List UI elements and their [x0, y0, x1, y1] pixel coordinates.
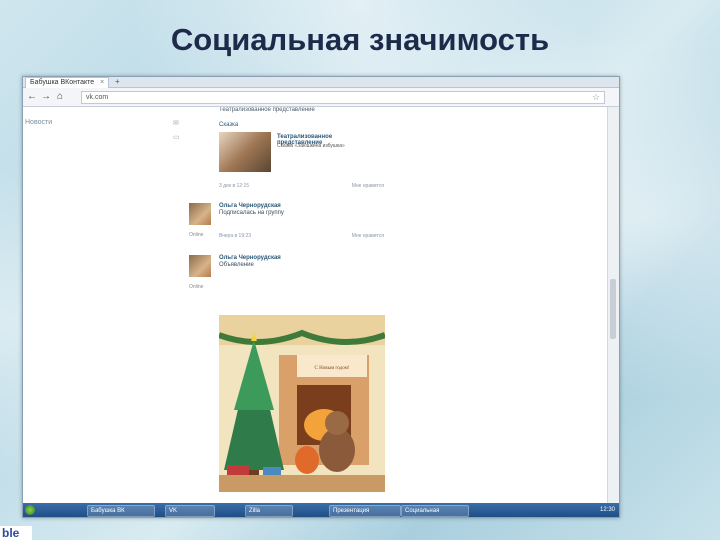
- home-icon[interactable]: ⌂: [57, 91, 63, 103]
- tab-label: Бабушка ВКонтакте: [30, 79, 95, 86]
- like-button[interactable]: Мне нравится: [352, 183, 384, 189]
- christmas-card-image: С Новым годом!: [219, 315, 385, 492]
- scroll-thumb[interactable]: [610, 279, 616, 339]
- meta-date[interactable]: Вчера в 19:23: [219, 233, 251, 239]
- card-image[interactable]: [219, 132, 271, 172]
- post-body: Ольга Чернорудская Подписалась на группу: [219, 203, 384, 217]
- url-input[interactable]: vk.com ☆: [81, 91, 605, 104]
- url-text: vk.com: [86, 94, 109, 101]
- scrollbar[interactable]: [607, 107, 619, 503]
- card-desc: Сказка «Заюшкина избушка»: [277, 143, 345, 149]
- card-label[interactable]: Сказка: [219, 122, 238, 128]
- tab-bar: Бабушка ВКонтакте × +: [23, 77, 619, 88]
- address-bar: ← → ⌂ vk.com ☆: [23, 88, 619, 107]
- top-line: Театрализованное представление: [219, 107, 315, 113]
- avatar[interactable]: [189, 203, 211, 225]
- post-meta: Вчера в 19:23 Мне нравится: [219, 233, 384, 239]
- avatar[interactable]: [189, 255, 211, 277]
- post-meta: 3 дек в 12:15 Мне нравится: [219, 183, 384, 189]
- new-tab-icon[interactable]: +: [115, 77, 120, 87]
- taskbar-item[interactable]: Zilla: [245, 505, 293, 517]
- side-icons: ✉ ▭: [173, 119, 183, 147]
- post-text: Подписалась на группу: [219, 210, 284, 216]
- taskbar-item[interactable]: Бабушка ВК: [87, 505, 155, 517]
- taskbar-item[interactable]: VK: [165, 505, 215, 517]
- card-caption: С Новым годом!: [315, 366, 350, 371]
- taskbar-item[interactable]: Социальная: [401, 505, 469, 517]
- star-icon[interactable]: ☆: [592, 92, 600, 103]
- forward-icon[interactable]: →: [41, 91, 51, 103]
- link-card[interactable]: Сказка Театрализованное представление Ск…: [219, 122, 379, 172]
- post-body: Ольга Чернорудская Объявление: [219, 255, 384, 269]
- page-content: Новости ✉ ▭ Театрализованное представлен…: [23, 107, 607, 503]
- left-menu-news[interactable]: Новости: [25, 119, 52, 126]
- post-author[interactable]: Ольга Чернорудская: [219, 255, 384, 262]
- meta-date[interactable]: 3 дек в 12:15: [219, 183, 249, 189]
- browser-window: Бабушка ВКонтакте × + ← → ⌂ vk.com ☆ Нов…: [22, 76, 620, 518]
- like-button[interactable]: Мне нравится: [352, 233, 384, 239]
- post-author[interactable]: Ольга Чернорудская: [219, 203, 384, 210]
- start-button[interactable]: [25, 505, 35, 515]
- online-status: Online: [189, 284, 204, 290]
- online-status: Online: [189, 232, 204, 238]
- corner-label: ble: [0, 526, 32, 540]
- slide-title: Социальная значимость: [170, 22, 550, 57]
- taskbar-item[interactable]: Презентация: [329, 505, 401, 517]
- taskbar: Бабушка ВК VK Zilla Презентация Социальн…: [23, 503, 619, 517]
- post-image[interactable]: С Новым годом!: [219, 315, 385, 492]
- post-text: Объявление: [219, 262, 254, 268]
- clock: 12:30: [599, 507, 615, 513]
- close-icon[interactable]: ×: [100, 79, 104, 86]
- back-icon[interactable]: ←: [27, 91, 37, 103]
- mail-icon[interactable]: ✉: [173, 119, 183, 133]
- browser-tab[interactable]: Бабушка ВКонтакте ×: [25, 77, 110, 88]
- comment-icon[interactable]: ▭: [173, 133, 183, 147]
- feed-top: Театрализованное представление: [219, 107, 394, 114]
